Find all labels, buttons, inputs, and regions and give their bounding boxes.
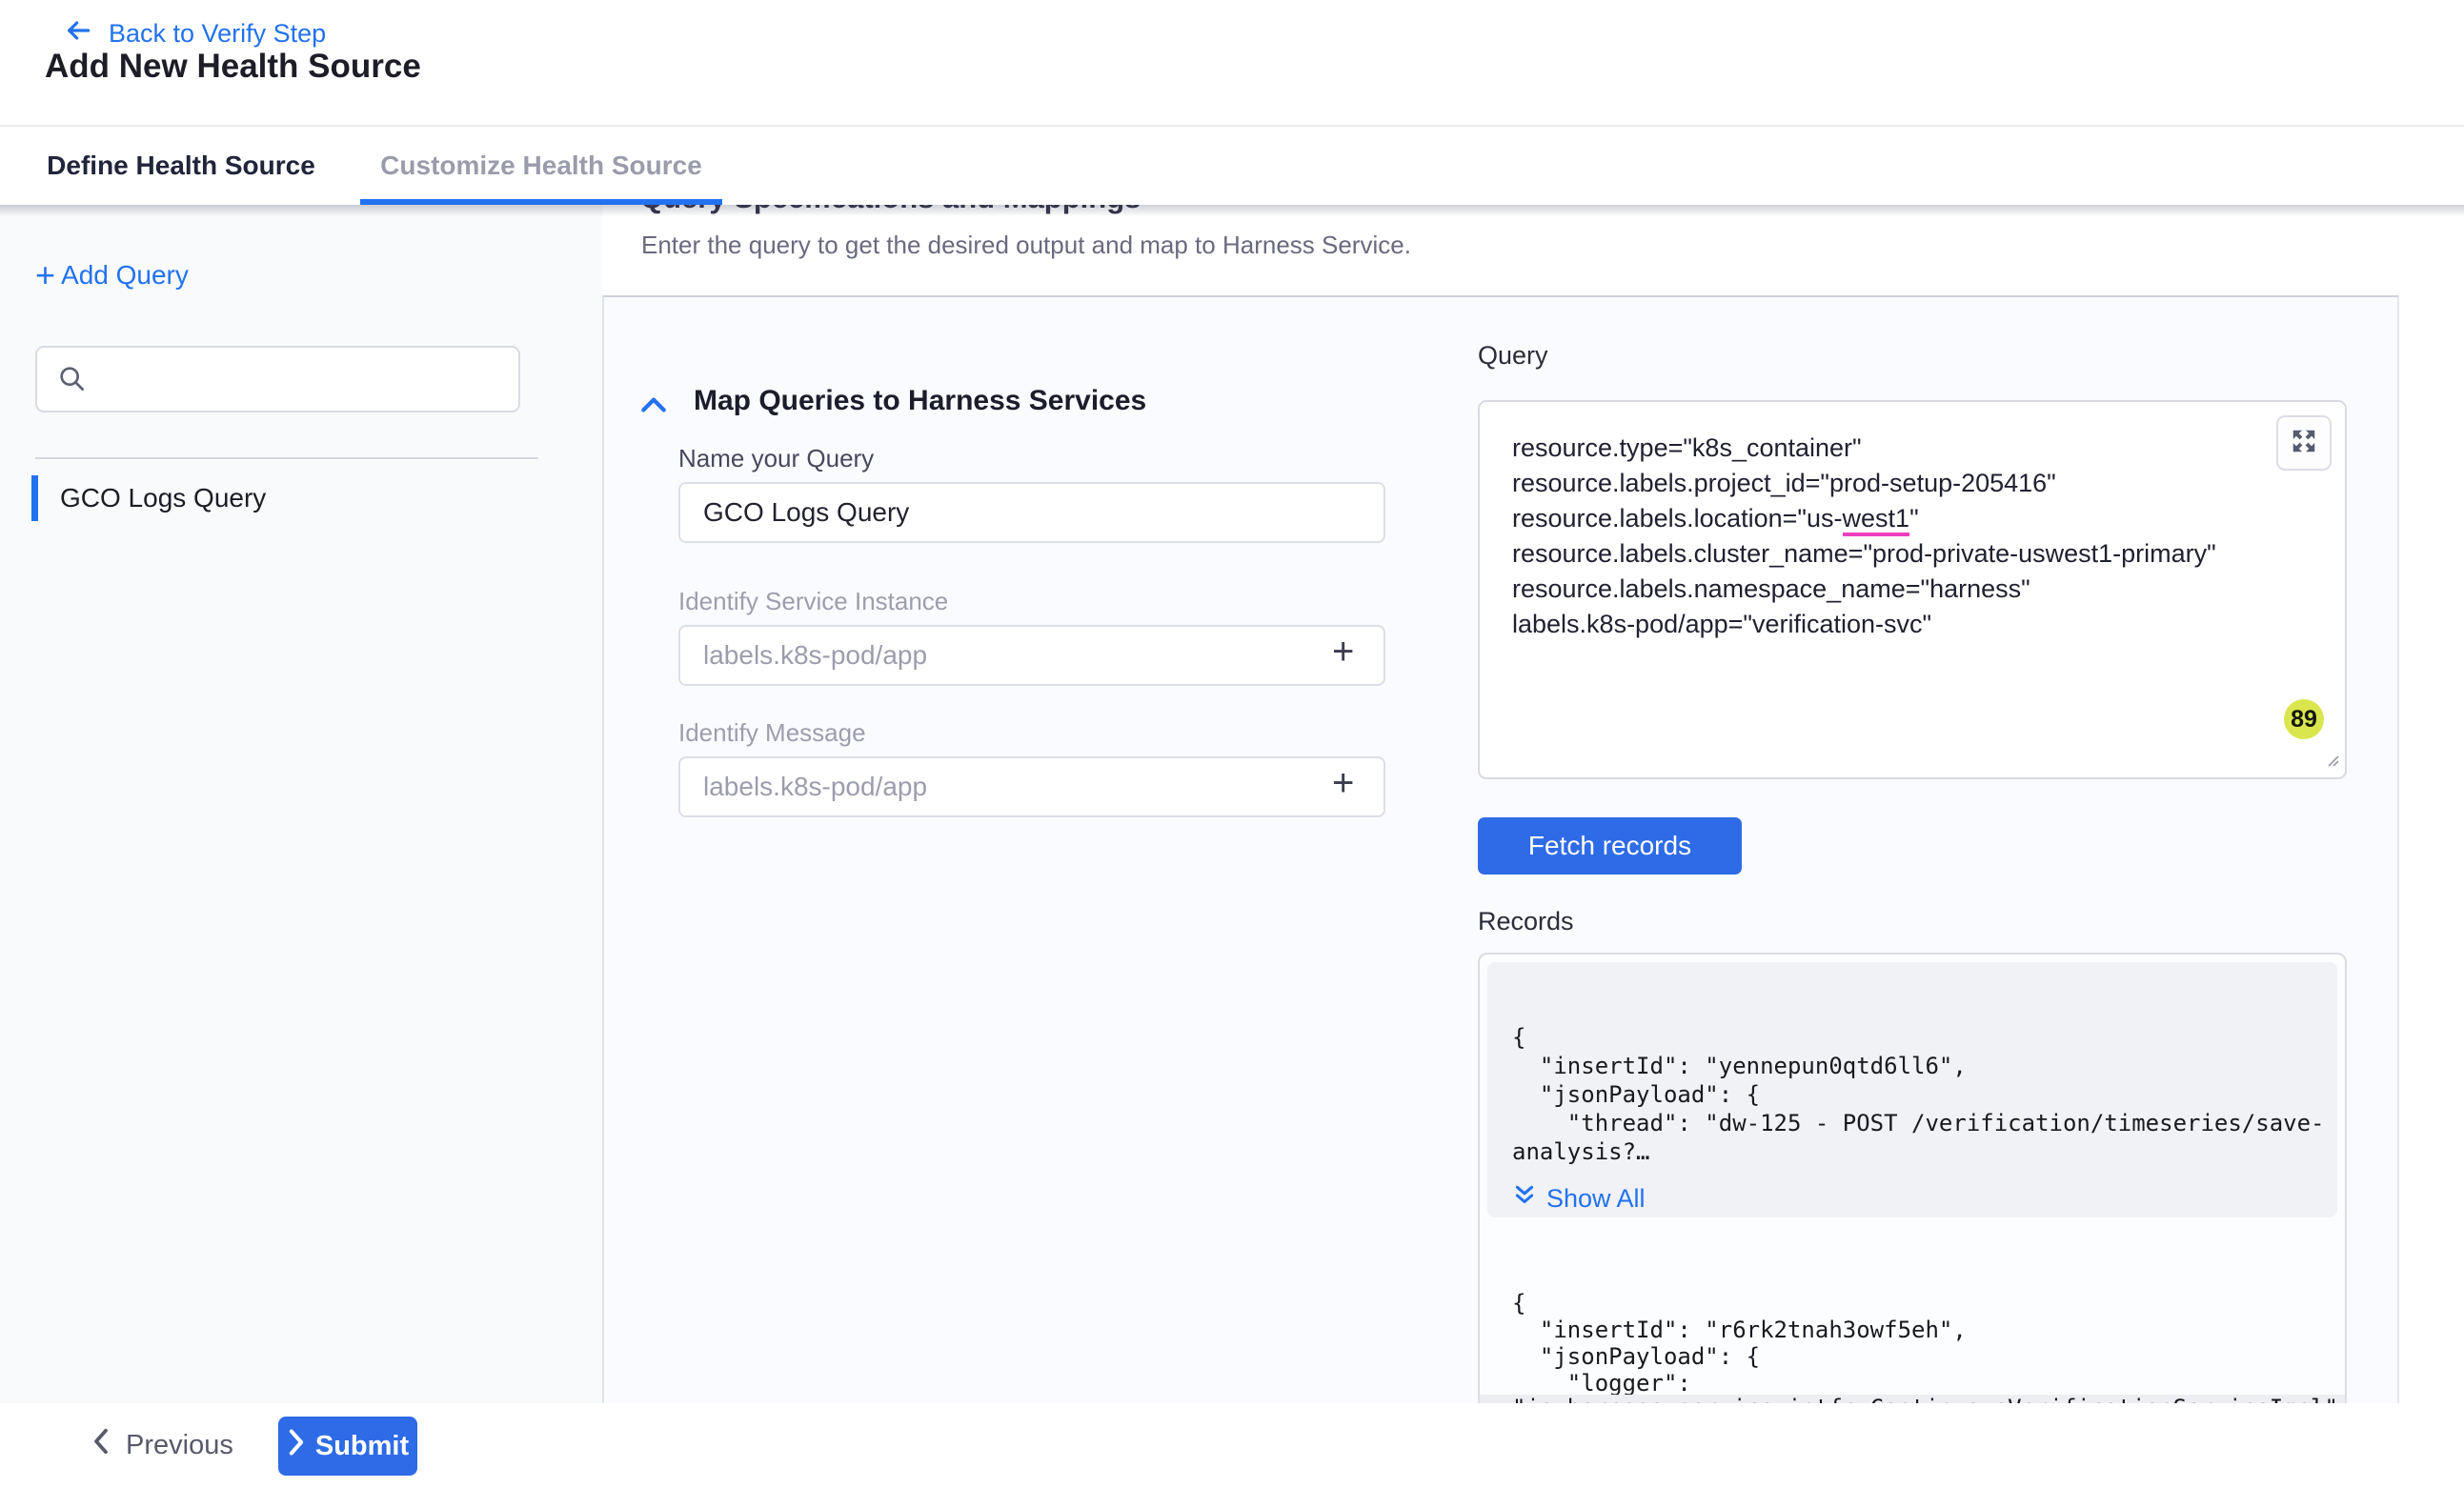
query-sidebar: + Add Query GCO Logs Query	[0, 203, 602, 1403]
chevron-right-icon	[287, 1429, 306, 1463]
service-instance-label: Identify Service Instance	[678, 587, 948, 616]
page-title: Add New Health Source	[45, 48, 421, 86]
identify-message-input[interactable]	[678, 756, 1385, 817]
service-instance-input[interactable]	[678, 625, 1385, 686]
identify-message-label: Identify Message	[678, 718, 866, 748]
record-card-1: { "insertId": "yennepun0qtd6ll6", "jsonP…	[1487, 962, 2337, 1217]
tab-customize-health-source[interactable]: Customize Health Source	[360, 127, 722, 205]
sidebar-divider	[35, 457, 538, 459]
selected-indicator	[31, 475, 38, 521]
record-2-json: { "insertId": "r6rk2tnah3owf5eh", "jsonP…	[1480, 1290, 2345, 1397]
plus-icon: +	[35, 262, 55, 289]
service-instance-plus-icon[interactable]: +	[1332, 631, 1354, 674]
footer-bar: Previous Submit	[0, 1403, 2464, 1488]
query-lines: resource.type="k8s_container"resource.la…	[1512, 431, 2259, 642]
query-search-box	[35, 346, 520, 412]
query-name-input[interactable]	[678, 482, 1385, 543]
add-query-label: Add Query	[61, 260, 189, 291]
map-queries-section-title: Map Queries to Harness Services	[694, 385, 1146, 417]
add-query-button[interactable]: + Add Query	[35, 260, 189, 291]
tabbar-scroll-shadow	[0, 203, 2464, 216]
query-label: Query	[1478, 341, 1548, 371]
identify-message-plus-icon[interactable]: +	[1332, 762, 1354, 805]
query-list-item-gco-logs[interactable]: GCO Logs Query	[0, 472, 534, 525]
tab-define-health-source[interactable]: Define Health Source	[38, 127, 324, 205]
back-link-label: Back to Verify Step	[109, 19, 326, 49]
record-1-json: { "insertId": "yennepun0qtd6ll6", "jsonP…	[1512, 1023, 2318, 1166]
records-label: Records	[1478, 907, 1574, 936]
submit-label: Submit	[315, 1431, 409, 1462]
chevron-left-icon	[90, 1427, 112, 1463]
fetch-records-button[interactable]: Fetch records	[1478, 817, 1742, 875]
tab-bar: Define Health Source Customize Health So…	[0, 125, 2464, 205]
query-textarea[interactable]: resource.type="k8s_container"resource.la…	[1478, 400, 2347, 779]
expand-icon	[2290, 427, 2318, 460]
records-container: { "insertId": "yennepun0qtd6ll6", "jsonP…	[1478, 953, 2347, 1410]
active-tab-underline	[360, 199, 722, 205]
previous-button[interactable]: Previous	[84, 1418, 239, 1472]
collapse-chevron-up-icon[interactable]	[638, 392, 669, 422]
previous-label: Previous	[126, 1430, 233, 1461]
add-health-source-page: Back to Verify Step Add New Health Sourc…	[0, 0, 2464, 1488]
character-count-badge: 89	[2284, 699, 2324, 739]
section-subtitle: Enter the query to get the desired outpu…	[641, 231, 1411, 260]
query-item-label: GCO Logs Query	[60, 483, 266, 513]
expand-query-button[interactable]	[2276, 415, 2332, 471]
show-all-label: Show All	[1546, 1184, 1646, 1213]
query-search-input[interactable]	[98, 352, 502, 405]
show-all-link[interactable]: Show All	[1512, 1183, 2318, 1214]
double-chevron-down-icon	[1512, 1183, 1537, 1214]
submit-button[interactable]: Submit	[278, 1417, 417, 1476]
textarea-resize-handle[interactable]	[2322, 750, 2341, 774]
name-query-label: Name your Query	[678, 444, 874, 473]
